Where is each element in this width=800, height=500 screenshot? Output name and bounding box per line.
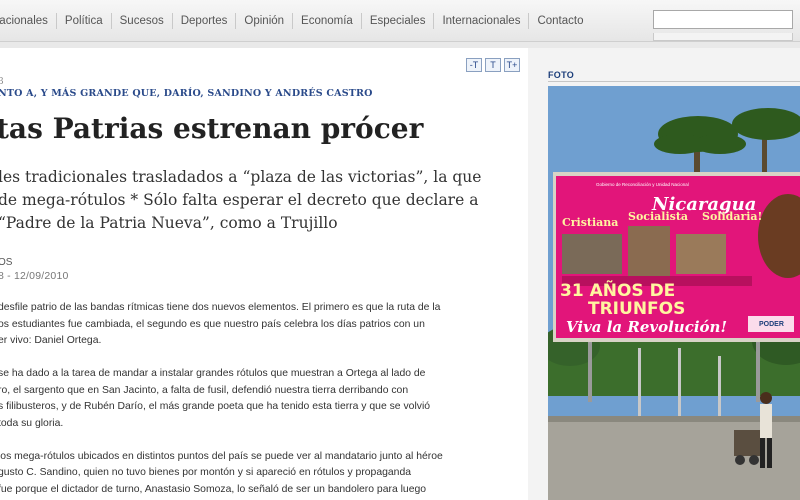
billboard-photo[interactable]: Gobierno de Reconciliación y Unidad Naci… bbox=[548, 86, 800, 500]
body-line: s filibusteros, y de Rubén Darío, el más… bbox=[0, 401, 431, 412]
font-increase-button[interactable]: T+ bbox=[504, 58, 520, 72]
body-line: fue porque el dictador de turno, Anastas… bbox=[0, 483, 427, 495]
billboard-pole-right bbox=[756, 342, 760, 402]
photo-sandino bbox=[628, 226, 670, 276]
kicker-prefix: 3 bbox=[0, 77, 4, 87]
article-body: desfile patrio de las bandas rítmicas ti… bbox=[0, 300, 528, 498]
search-input[interactable] bbox=[653, 10, 793, 29]
font-decrease-button[interactable]: -T bbox=[466, 58, 482, 72]
search-dropdown-strip bbox=[653, 33, 793, 41]
top-navigation: Nacionales Política Sucesos Deportes Opi… bbox=[0, 0, 800, 42]
article-panel: 3 NTO A, Y MÁS GRANDE QUE, DARÍO, SANDIN… bbox=[0, 48, 528, 500]
billboard-cheer: Viva la Revolución! bbox=[566, 318, 727, 336]
nav-item-internacionales[interactable]: Internacionales bbox=[433, 13, 528, 29]
foto-section-label: FOTO bbox=[548, 70, 575, 80]
article-deck: les tradicionales trasladados a “plaza d… bbox=[0, 166, 528, 235]
article-headline: tas Patrias estrenan prócer bbox=[0, 112, 424, 145]
article-date: 8 - 12/09/2010 bbox=[0, 270, 69, 282]
billboard-years: 31 AÑOS DE bbox=[560, 278, 675, 301]
photo-dario bbox=[676, 234, 726, 274]
billboard-slogan-3: Solidaria! bbox=[702, 210, 762, 223]
nav-item-deportes[interactable]: Deportes bbox=[171, 13, 236, 29]
nav-item-nacionales[interactable]: Nacionales bbox=[0, 13, 56, 29]
body-line: desfile patrio de las bandas rítmicas ti… bbox=[0, 302, 441, 313]
body-line: gusto C. Sandino, quien no tuvo bienes p… bbox=[0, 467, 412, 478]
body-line: os estudiantes fue cambiada, el segundo … bbox=[0, 318, 425, 330]
photo-soldiers bbox=[562, 234, 622, 274]
nav-item-sucesos[interactable]: Sucesos bbox=[110, 13, 172, 29]
billboard-logo: PODER bbox=[759, 321, 784, 328]
nav-item-politica[interactable]: Política bbox=[55, 13, 111, 29]
nav-item-economia[interactable]: Economía bbox=[292, 13, 361, 29]
font-normal-button[interactable]: T bbox=[485, 58, 501, 72]
body-line: ro, el sargento que en San Jacinto, a fa… bbox=[0, 384, 409, 396]
billboard-triumphs: TRIUNFOS bbox=[588, 299, 685, 319]
deck-line: de mega-rótulos * Sólo falta esperar el … bbox=[0, 191, 479, 209]
author-byline: OS bbox=[0, 257, 13, 268]
deck-line: les tradicionales trasladados a “plaza d… bbox=[0, 168, 482, 186]
billboard-small-top: Gobierno de Reconciliación y Unidad Naci… bbox=[596, 182, 689, 187]
body-line: se ha dado a la tarea de mandar a instal… bbox=[0, 368, 426, 379]
nav-item-contacto[interactable]: Contacto bbox=[528, 13, 591, 29]
nav-item-opinion[interactable]: Opinión bbox=[235, 13, 292, 29]
billboard-pole-left bbox=[588, 342, 592, 402]
billboard-slogan-2: Socialista bbox=[628, 210, 688, 223]
deck-line: “Padre de la Patria Nueva”, como a Truji… bbox=[0, 214, 338, 232]
billboard-photo-image: Gobierno de Reconciliación y Unidad Naci… bbox=[548, 86, 800, 500]
sidebar: FOTO Gobierno de Reconciliación y Unidad… bbox=[528, 48, 800, 500]
billboard-slogan-1: Cristiana bbox=[562, 216, 618, 229]
body-line: toda su gloria. bbox=[0, 417, 64, 429]
body-line: los mega-rótulos ubicados en distintos p… bbox=[0, 450, 443, 462]
article-kicker: NTO A, Y MÁS GRANDE QUE, DARÍO, SANDINO … bbox=[0, 88, 373, 99]
foto-divider bbox=[548, 81, 800, 82]
font-size-controls: -T T T+ bbox=[466, 58, 520, 72]
nav-menu: Nacionales Política Sucesos Deportes Opi… bbox=[0, 13, 591, 29]
nav-item-especiales[interactable]: Especiales bbox=[360, 13, 434, 29]
body-line: er vivo: Daniel Ortega. bbox=[0, 335, 102, 346]
